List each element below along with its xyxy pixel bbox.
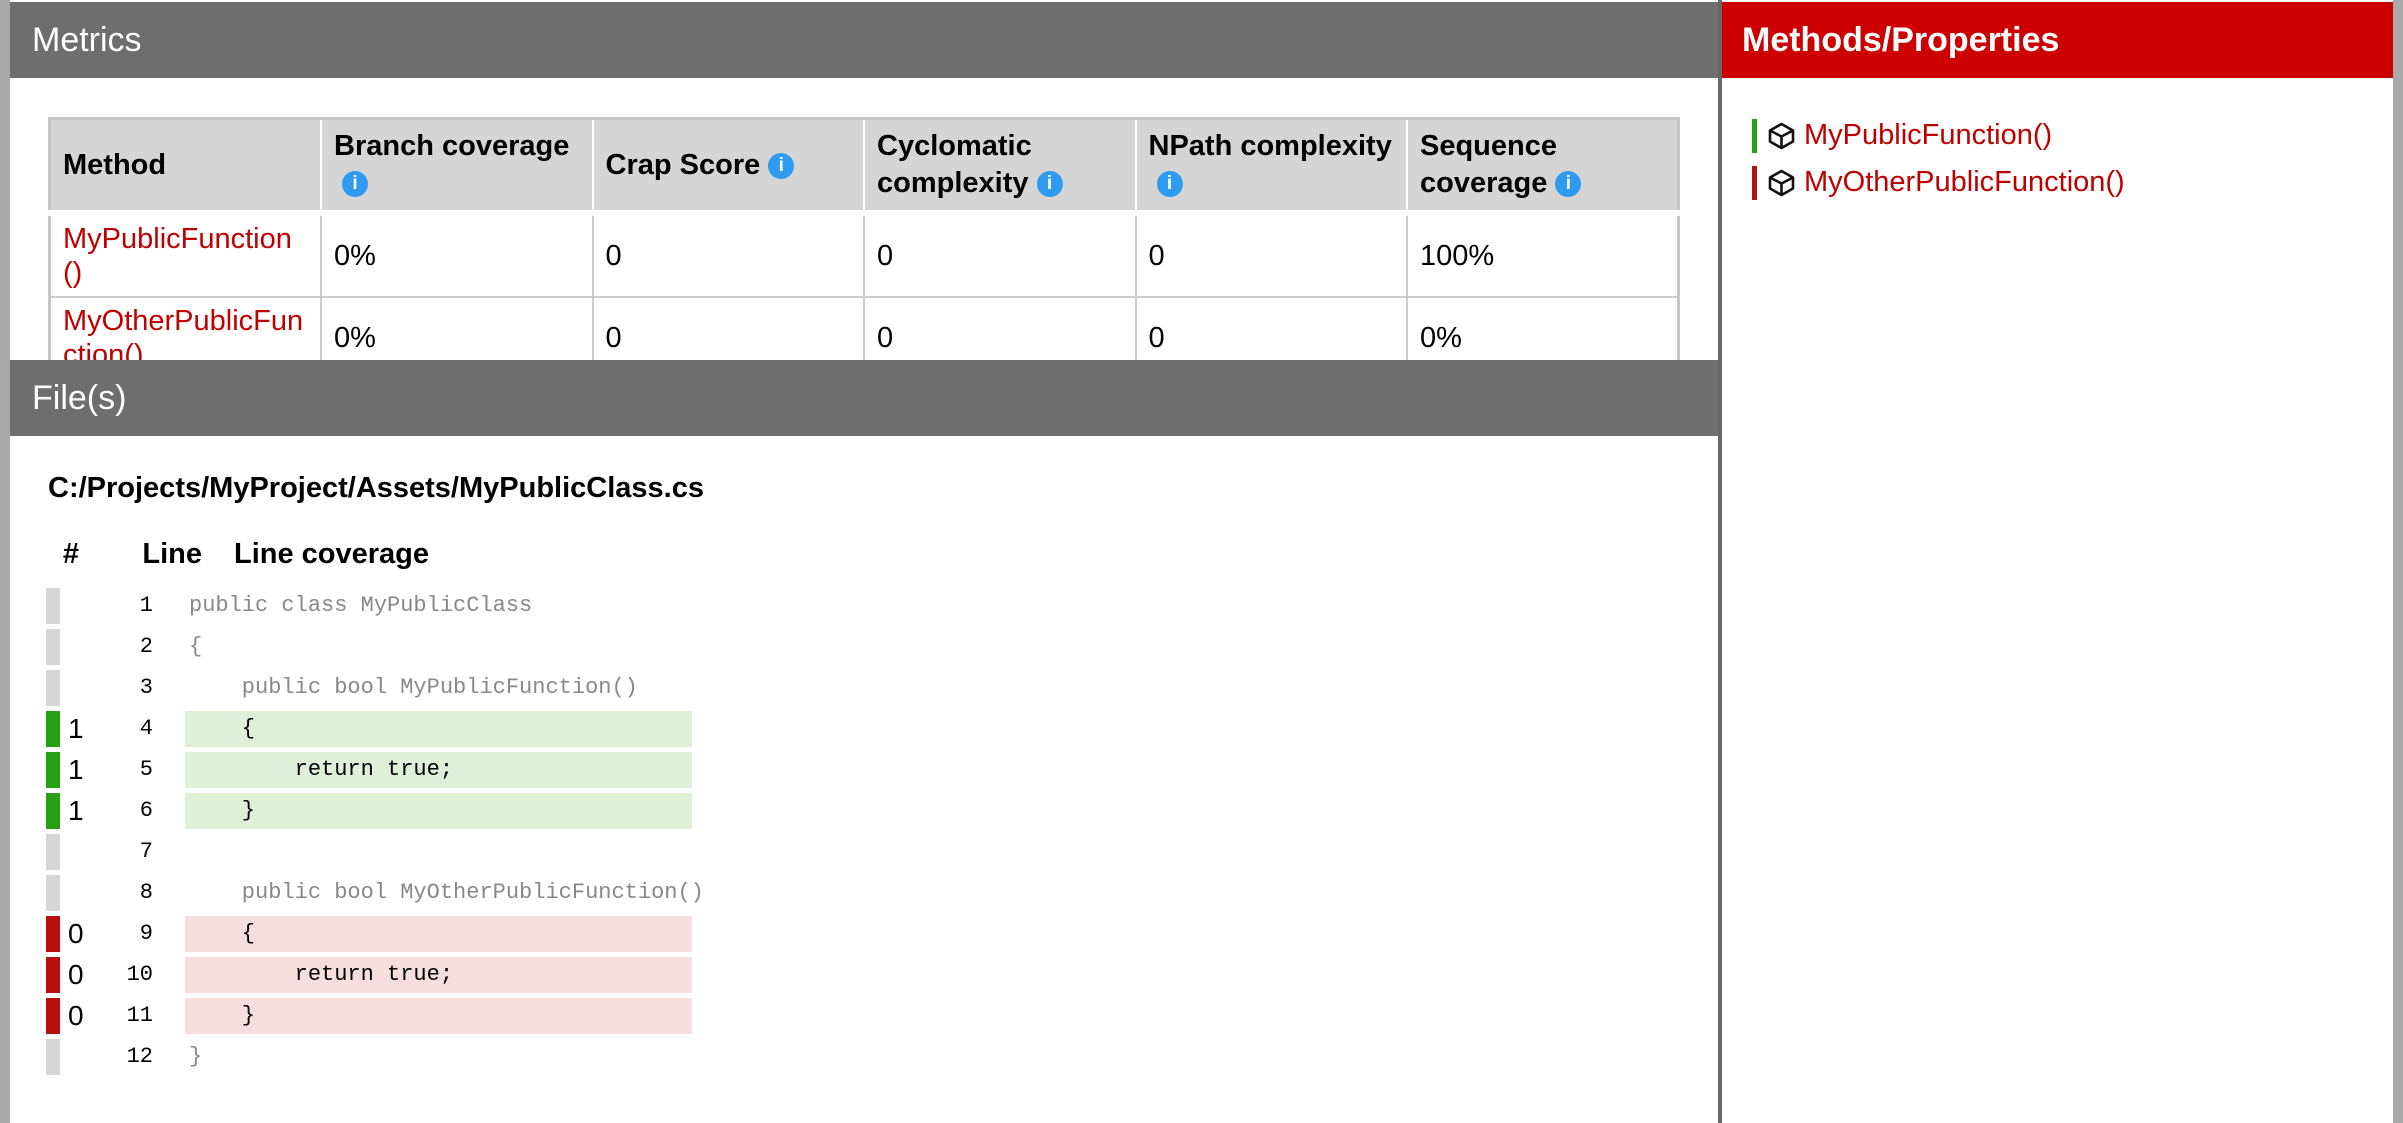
code-row: 0 10 return true;	[46, 954, 692, 995]
code-line	[185, 834, 692, 870]
code-line: public bool MyPublicFunction()	[185, 670, 692, 706]
code-line: {	[185, 629, 692, 665]
info-icon[interactable]	[342, 171, 368, 197]
table-row: MyPublicFunction() 0% 0 0 0 100%	[50, 213, 1679, 297]
code-listing: 1 public class MyPublicClass 2 { 3 publi…	[46, 585, 692, 1077]
code-row: 3 public bool MyPublicFunction()	[46, 667, 692, 708]
line-number: 6	[98, 798, 153, 823]
column-header-sequence-coverage: Sequence coverage	[1407, 119, 1679, 214]
code-line: {	[185, 916, 692, 952]
line-hit-count: 0	[68, 918, 98, 950]
line-number: 4	[98, 716, 153, 741]
info-icon[interactable]	[1037, 171, 1063, 197]
hits-column-header: #	[46, 538, 96, 571]
code-row: 1 4 {	[46, 708, 692, 749]
column-header-cyclomatic-complexity: Cyclomatic complexity	[864, 119, 1136, 214]
methods-panel-title: Methods/Properties	[1742, 21, 2059, 59]
line-column-header: Line	[142, 538, 202, 571]
info-icon[interactable]	[1555, 171, 1581, 197]
line-number: 10	[98, 962, 153, 987]
coverage-status-bar	[1752, 166, 1757, 200]
code-table-header: # Line Line coverage	[46, 538, 429, 571]
coverage-indicator-bar	[46, 957, 60, 993]
list-item-method[interactable]: MyOtherPublicFunction()	[1722, 159, 2393, 206]
line-hit-count: 1	[68, 795, 98, 827]
code-row: 7	[46, 831, 692, 872]
metrics-table-header-row: Method Branch coverage Crap Score Cyclom…	[50, 119, 1679, 214]
column-header-method: Method	[50, 119, 322, 214]
code-row: 8 public bool MyOtherPublicFunction()	[46, 872, 692, 913]
branch-coverage-cell: 0%	[321, 213, 593, 297]
files-section-title: File(s)	[32, 379, 126, 417]
metrics-section-header: Metrics	[10, 2, 1718, 78]
code-line: return true;	[185, 957, 692, 993]
coverage-status-bar	[1752, 119, 1757, 153]
crap-score-cell: 0	[593, 213, 865, 297]
cube-icon	[1768, 122, 1795, 150]
coverage-indicator-bar	[46, 711, 60, 747]
coverage-indicator-bar	[46, 588, 60, 624]
column-header-npath-complexity: NPath complexity	[1136, 119, 1408, 214]
page-right-border	[2393, 0, 2403, 1123]
sequence-coverage-cell: 100%	[1407, 213, 1679, 297]
code-row: 0 9 {	[46, 913, 692, 954]
code-line: }	[185, 998, 692, 1034]
line-number: 8	[98, 880, 153, 905]
cube-icon	[1768, 169, 1795, 197]
code-row: 12 }	[46, 1036, 692, 1077]
npath-complexity-cell: 0	[1136, 213, 1408, 297]
file-path: C:/Projects/MyProject/Assets/MyPublicCla…	[48, 472, 704, 505]
line-number: 2	[98, 634, 153, 659]
line-number: 1	[98, 593, 153, 618]
code-row: 0 11 }	[46, 995, 692, 1036]
method-link[interactable]: MyOtherPublicFunction()	[1804, 166, 2125, 199]
coverage-indicator-bar	[46, 752, 60, 788]
files-section-header: File(s)	[10, 360, 1718, 436]
code-line: public class MyPublicClass	[185, 588, 692, 624]
coverage-indicator-bar	[46, 834, 60, 870]
method-link[interactable]: MyPublicFunction()	[1804, 119, 2052, 152]
coverage-indicator-bar	[46, 998, 60, 1034]
page-left-border	[0, 0, 10, 1123]
line-number: 12	[98, 1044, 153, 1069]
coverage-indicator-bar	[46, 875, 60, 911]
coverage-indicator-bar	[46, 916, 60, 952]
code-row: 2 {	[46, 626, 692, 667]
coverage-indicator-bar	[46, 1039, 60, 1075]
coverage-indicator-bar	[46, 670, 60, 706]
code-line: }	[185, 1039, 692, 1075]
code-row: 1 public class MyPublicClass	[46, 585, 692, 626]
info-icon[interactable]	[768, 153, 794, 179]
line-number: 5	[98, 757, 153, 782]
method-cell: MyPublicFunction()	[50, 213, 322, 297]
line-number: 11	[98, 1003, 153, 1028]
line-hit-count: 0	[68, 1000, 98, 1032]
code-line: }	[185, 793, 692, 829]
line-number: 3	[98, 675, 153, 700]
list-item-method[interactable]: MyPublicFunction()	[1722, 112, 2393, 159]
methods-list: MyPublicFunction() MyOtherPublicFunction…	[1722, 112, 2393, 206]
line-hit-count: 1	[68, 754, 98, 786]
info-icon[interactable]	[1157, 171, 1183, 197]
column-header-branch-coverage: Branch coverage	[321, 119, 593, 214]
line-hit-count: 1	[68, 713, 98, 745]
code-row: 1 5 return true;	[46, 749, 692, 790]
metrics-table: Method Branch coverage Crap Score Cyclom…	[48, 117, 1680, 381]
method-link[interactable]: MyPublicFunction()	[63, 223, 292, 289]
line-hit-count: 0	[68, 959, 98, 991]
column-header-crap-score: Crap Score	[593, 119, 865, 214]
metrics-section-title: Metrics	[32, 21, 142, 59]
code-row: 1 6 }	[46, 790, 692, 831]
coverage-indicator-bar	[46, 793, 60, 829]
code-line: {	[185, 711, 692, 747]
cyclomatic-complexity-cell: 0	[864, 213, 1136, 297]
line-number: 7	[98, 839, 153, 864]
code-line: public bool MyOtherPublicFunction()	[185, 875, 692, 911]
code-line: return true;	[185, 752, 692, 788]
coverage-indicator-bar	[46, 629, 60, 665]
methods-panel-header: Methods/Properties	[1722, 2, 2393, 78]
line-number: 9	[98, 921, 153, 946]
line-coverage-column-header: Line coverage	[234, 538, 429, 571]
